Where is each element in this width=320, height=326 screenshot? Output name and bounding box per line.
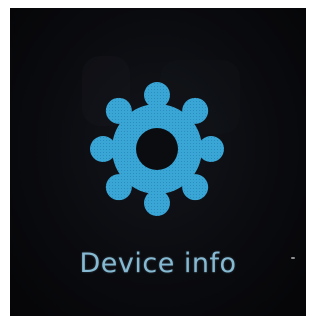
gear-tooth: [105, 97, 132, 124]
gear-icon: [90, 82, 224, 216]
device-info-button[interactable]: [88, 80, 226, 218]
gear-tooth: [182, 174, 209, 201]
device-frame: Device info: [0, 0, 312, 326]
gear-tooth: [144, 190, 170, 216]
gear-tooth: [182, 97, 209, 124]
screen-label: Device info: [79, 248, 237, 279]
device-screen: Device info: [10, 8, 306, 316]
gear-hole: [136, 128, 178, 170]
gear-tooth: [105, 174, 132, 201]
gear-tooth: [90, 136, 116, 162]
gear-tooth: [144, 82, 170, 108]
screen-speck: [291, 257, 295, 259]
gear-tooth: [198, 136, 224, 162]
